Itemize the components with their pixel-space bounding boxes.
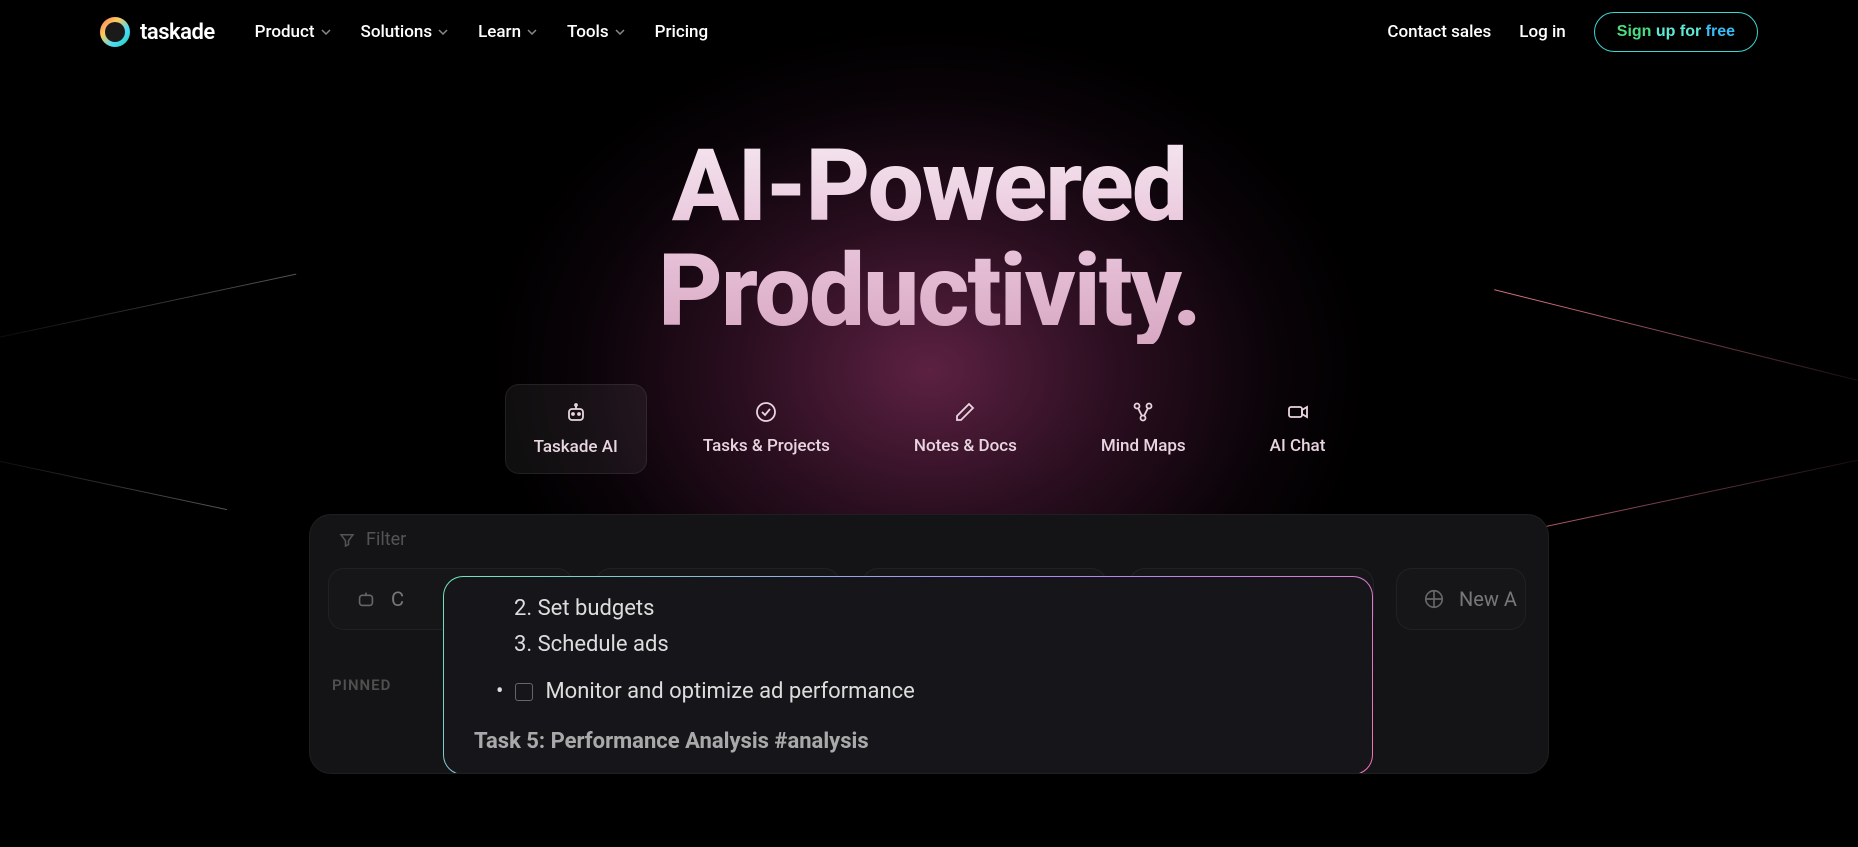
chevron-down-icon [615, 29, 625, 35]
tab-label: Mind Maps [1101, 436, 1186, 456]
hero-line1: AI-Powered [672, 128, 1186, 245]
grid-icon [1423, 588, 1445, 610]
tab-ai-chat[interactable]: AI Chat [1242, 384, 1354, 474]
tab-taskade-ai[interactable]: Taskade AI [505, 384, 647, 474]
login-link[interactable]: Log in [1519, 22, 1565, 42]
hero-line2: Productivity. [658, 233, 1200, 350]
tab-label: AI Chat [1270, 436, 1326, 456]
task-item[interactable]: • Monitor and optimize ad performance [496, 674, 1342, 710]
chevron-down-icon [527, 29, 537, 35]
filter-label: Filter [366, 529, 406, 550]
nav-product[interactable]: Product [255, 22, 331, 42]
filter-row[interactable]: Filter [328, 521, 1530, 558]
task-heading: Task 5: Performance Analysis #analysis [474, 724, 1342, 760]
signup-button[interactable]: Sign up for free [1594, 12, 1758, 52]
nav-label: Solutions [361, 22, 433, 42]
video-icon [1286, 400, 1310, 424]
pill-label: C [391, 587, 404, 611]
nodes-icon [1131, 400, 1155, 424]
contact-sales-link[interactable]: Contact sales [1387, 22, 1491, 42]
tab-label: Notes & Docs [914, 436, 1017, 456]
logo[interactable]: taskade [100, 17, 215, 47]
tab-tasks-projects[interactable]: Tasks & Projects [675, 384, 858, 474]
tab-notes-docs[interactable]: Notes & Docs [886, 384, 1045, 474]
nav-label: Pricing [655, 22, 709, 42]
pinned-label: PINNED [328, 646, 443, 774]
tab-label: Tasks & Projects [703, 436, 830, 456]
nav-pricing[interactable]: Pricing [655, 22, 709, 42]
check-circle-icon [754, 400, 778, 424]
nav-tools[interactable]: Tools [567, 22, 625, 42]
tab-mind-maps[interactable]: Mind Maps [1073, 384, 1214, 474]
pill-label: New A [1459, 587, 1517, 611]
hero-title: AI-Powered Productivity. [0, 134, 1858, 344]
main-header: taskade Product Solutions Learn Tools Pr… [0, 0, 1858, 64]
feature-tabs: Taskade AI Tasks & Projects Notes & Docs… [0, 384, 1858, 474]
nav-learn[interactable]: Learn [478, 22, 537, 42]
nav-label: Product [255, 22, 315, 42]
pen-icon [953, 400, 977, 424]
app-preview: Filter C New A PINNED 2. Set budgets 3. … [309, 514, 1549, 774]
nav-label: Tools [567, 22, 609, 42]
robot-icon [564, 401, 588, 425]
bullet-icon: • [496, 674, 503, 710]
logo-icon [100, 17, 130, 47]
task-item[interactable]: 3. Schedule ads [514, 627, 1342, 663]
filter-icon [338, 531, 356, 549]
chevron-down-icon [321, 29, 331, 35]
nav-solutions[interactable]: Solutions [361, 22, 449, 42]
checkbox-icon[interactable] [515, 683, 533, 701]
pill-new[interactable]: New A [1396, 568, 1526, 630]
hero-section: AI-Powered Productivity. [0, 64, 1858, 344]
task-item[interactable]: 2. Set budgets [514, 591, 1342, 627]
primary-nav: Product Solutions Learn Tools Pricing [255, 22, 708, 42]
tab-label: Taskade AI [534, 437, 618, 457]
logo-text: taskade [140, 20, 215, 45]
nav-label: Learn [478, 22, 521, 42]
robot-icon [355, 588, 377, 610]
chevron-down-icon [438, 29, 448, 35]
task-panel: 2. Set budgets 3. Schedule ads • Monitor… [443, 576, 1373, 774]
task-text: Monitor and optimize ad performance [545, 674, 914, 710]
